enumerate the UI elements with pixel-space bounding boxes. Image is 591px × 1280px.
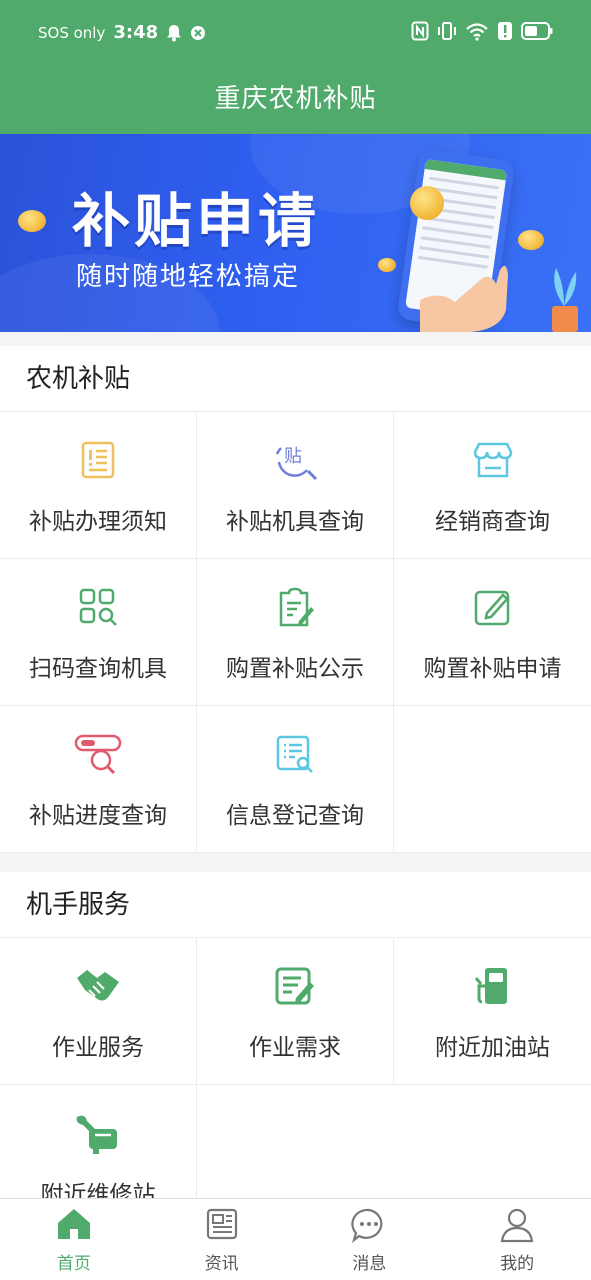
empty-cell	[394, 706, 591, 853]
item-label: 信息登记查询	[226, 803, 364, 829]
repair-wrench-icon	[76, 1115, 117, 1154]
chat-icon	[351, 1208, 383, 1243]
gas-station-icon	[474, 968, 507, 1004]
progress-search-icon	[74, 734, 122, 775]
status-bar: SOS only 3:48	[0, 0, 591, 66]
coin-decoration	[18, 210, 46, 232]
item-label: 附近维修站	[40, 1182, 156, 1198]
list-search-icon	[276, 735, 313, 773]
item-label: 扫码查询机具	[29, 656, 167, 682]
clipboard-edit-icon	[279, 587, 314, 627]
info-registration-item[interactable]: 信息登记查询	[197, 706, 394, 853]
item-label: 补贴办理须知	[29, 509, 167, 535]
wifi-icon	[466, 23, 488, 41]
item-label: 补贴进度查询	[29, 803, 167, 829]
nav-label: 消息	[352, 1254, 387, 1274]
nav-label: 我的	[500, 1254, 535, 1274]
purchase-subsidy-apply-item[interactable]: 购置补贴申请	[394, 559, 591, 706]
operator-grid: 作业服务 作业需求 附近加油站 附近维修站	[0, 938, 591, 1198]
nav-label: 首页	[56, 1254, 91, 1274]
subsidy-grid: 补贴办理须知 贴 补贴机具查询 经销商查询 扫码查询机具 购置补贴公示 购置补贴…	[0, 412, 591, 853]
vibrate-icon	[438, 22, 456, 40]
bell-icon	[167, 24, 182, 41]
notice-doc-icon	[81, 441, 115, 479]
item-label: 经销商查询	[435, 509, 550, 535]
promo-banner[interactable]: 补贴申请 随时随地轻松搞定	[0, 134, 591, 332]
item-label: 附近加油站	[435, 1035, 550, 1061]
subsidy-notice-item[interactable]: 补贴办理须知	[0, 412, 197, 559]
svg-text:贴: 贴	[284, 446, 302, 467]
user-icon	[500, 1208, 534, 1243]
scan-grid-icon	[79, 588, 117, 626]
subsidy-progress-item[interactable]: 补贴进度查询	[0, 706, 197, 853]
hand-illustration	[420, 265, 508, 332]
item-label: 购置补贴申请	[423, 656, 562, 682]
item-label: 补贴机具查询	[226, 509, 364, 535]
plant-illustration	[552, 268, 578, 332]
banner-subtitle: 随时随地轻松搞定	[76, 262, 301, 292]
nearby-gas-station-item[interactable]: 附近加油站	[394, 938, 591, 1085]
page-title: 重庆农机补贴	[214, 84, 377, 114]
subsidy-search-icon: 贴	[275, 446, 318, 480]
nav-home[interactable]: 首页	[0, 1199, 148, 1280]
item-label: 购置补贴公示	[226, 656, 364, 682]
app-header: SOS only 3:48 重庆农机补贴	[0, 0, 591, 134]
work-demand-item[interactable]: 作业需求	[197, 938, 394, 1085]
nearby-repair-station-item[interactable]: 附近维修站	[0, 1085, 197, 1198]
edit-form-icon	[474, 590, 509, 626]
nfc-icon	[411, 21, 429, 41]
section-title: 机手服务	[0, 872, 591, 938]
item-label: 作业服务	[52, 1035, 144, 1061]
coin-decoration	[410, 186, 444, 220]
store-icon	[473, 442, 512, 478]
nav-messages[interactable]: 消息	[296, 1199, 444, 1280]
handshake-icon	[77, 970, 119, 1001]
empty-cell	[197, 1085, 394, 1198]
dealer-search-item[interactable]: 经销商查询	[394, 412, 591, 559]
shield-icon	[191, 25, 206, 40]
nav-profile[interactable]: 我的	[443, 1199, 591, 1280]
bottom-nav: 首页 资讯 消息 我的	[0, 1198, 591, 1280]
coin-decoration	[518, 230, 544, 250]
nav-label: 资讯	[204, 1254, 239, 1274]
operator-section: 机手服务 作业服务 作业需求 附近加油站 附近维修站	[0, 872, 591, 1198]
scan-machine-item[interactable]: 扫码查询机具	[0, 559, 197, 706]
note-edit-icon	[275, 967, 314, 1005]
clock-time: 3:48	[113, 22, 159, 43]
home-icon	[57, 1209, 90, 1239]
news-icon	[206, 1208, 237, 1240]
coin-decoration	[378, 258, 396, 272]
carrier-text: SOS only	[38, 23, 106, 42]
work-service-item[interactable]: 作业服务	[0, 938, 197, 1085]
subsidy-section: 农机补贴 补贴办理须知 贴 补贴机具查询 经销商查询 扫码查询机具 购置补贴公示…	[0, 346, 591, 853]
purchase-subsidy-notice-item[interactable]: 购置补贴公示	[197, 559, 394, 706]
battery-icon	[521, 22, 553, 40]
nav-news[interactable]: 资讯	[148, 1199, 296, 1280]
item-label: 作业需求	[249, 1035, 341, 1061]
section-title: 农机补贴	[0, 346, 591, 412]
alert-icon	[498, 22, 512, 40]
subsidy-machine-search-item[interactable]: 贴 补贴机具查询	[197, 412, 394, 559]
banner-title: 补贴申请	[72, 187, 321, 255]
empty-cell	[394, 1085, 591, 1198]
